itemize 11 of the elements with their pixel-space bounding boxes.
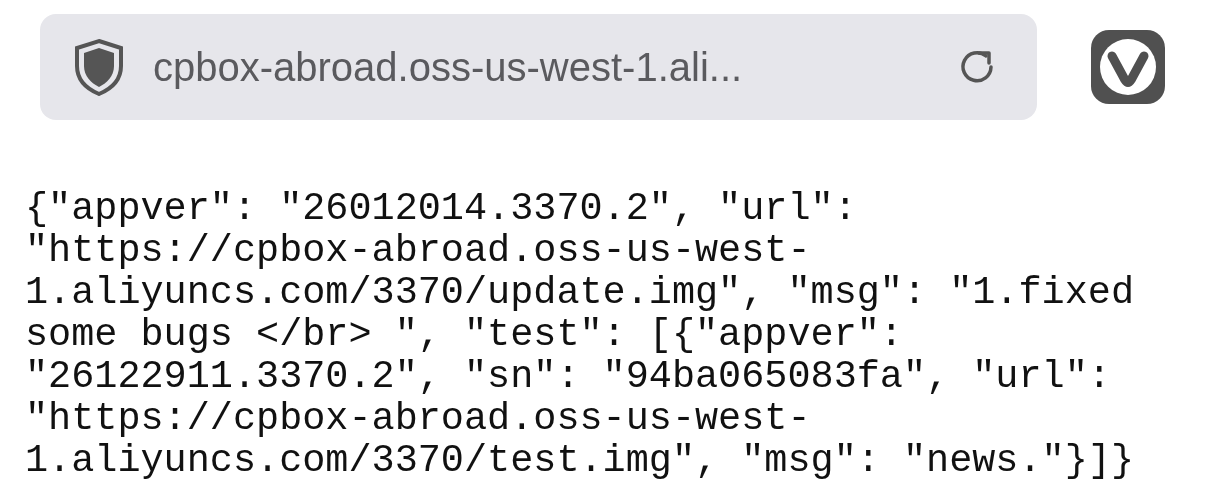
- browser-logo-icon[interactable]: [1091, 30, 1165, 104]
- url-text: cpbox-abroad.oss-us-west-1.ali...: [153, 44, 744, 90]
- json-text-line: "https://cpbox-abroad.oss-us-west-: [25, 398, 812, 440]
- json-text-line: "https://cpbox-abroad.oss-us-west-: [25, 230, 812, 272]
- json-text-line: "26122911.3370.2", "sn": "94ba065083fa", "url":: [25, 356, 1112, 398]
- json-text-line: 1.aliyuncs.com/3370/update.img", "msg": "1.fixed: [25, 272, 1135, 314]
- json-text-line: {"appver": "26012014.3370.2", "url":: [25, 188, 858, 230]
- shield-icon: [73, 38, 125, 96]
- json-text-line: 1.aliyuncs.com/3370/test.img", "msg": "news."}]}: [25, 440, 1135, 482]
- address-bar[interactable]: cpbox-abroad.oss-us-west-1.ali...: [40, 14, 1037, 120]
- json-text-line: some bugs </br> ", "test": [{"appver":: [25, 314, 904, 356]
